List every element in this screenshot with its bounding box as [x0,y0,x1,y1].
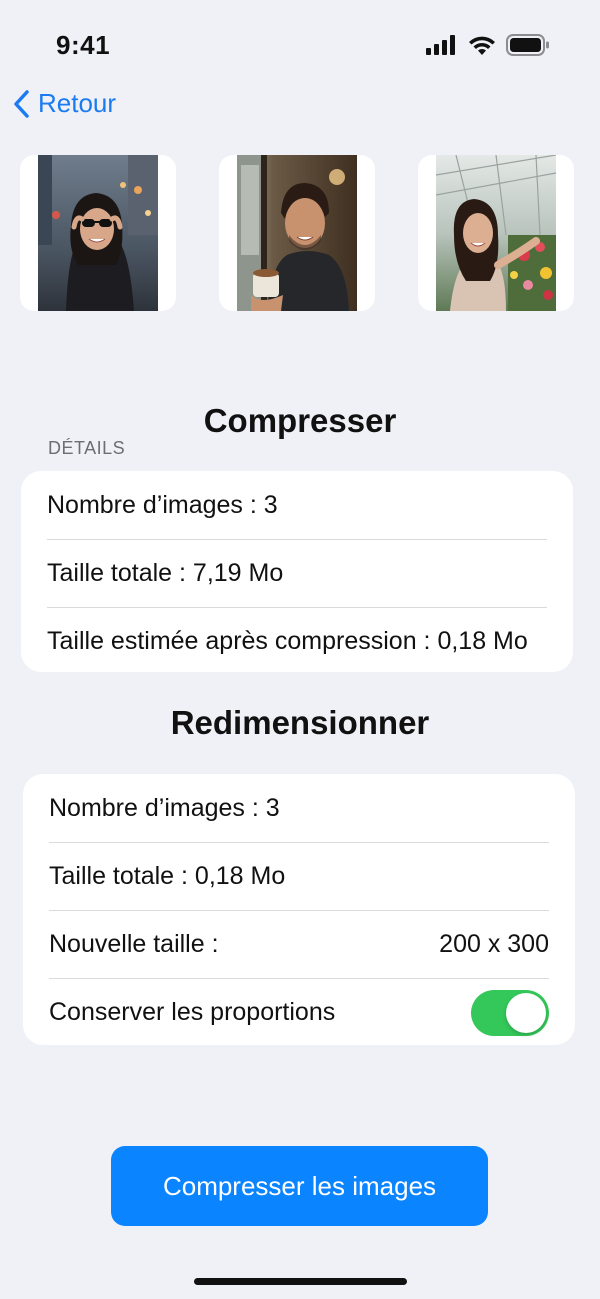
compress-image-count-label: Nombre d’images : 3 [47,491,278,519]
photo-man-coffee-cafe [237,155,357,311]
status-bar: 9:41 [0,0,600,90]
keep-proportions-label: Conserver les proportions [49,998,336,1026]
compress-title: Compresser [203,402,397,439]
home-indicator [194,1278,407,1285]
thumbnail-3[interactable] [418,155,574,311]
toggle-knob [506,992,546,1033]
back-label: Retour [38,88,117,118]
status-icons [426,34,550,56]
resize-title: Redimensionner [170,704,430,741]
thumbnail-2[interactable] [219,155,375,311]
resize-image-count-row: Nombre d’images : 3 [49,775,549,842]
compress-estimated-size-row: Taille estimée après compression : 0,18 … [47,608,547,672]
compress-total-size-label: Taille totale : 7,19 Mo [47,559,284,587]
photo-woman-greenhouse-flowers [436,155,556,311]
new-size-row[interactable]: Nouvelle taille : 200 x 300 [49,911,549,978]
new-size-label: Nouvelle taille : [49,930,219,958]
compress-image-count-row: Nombre d’images : 3 [47,472,547,539]
compress-estimated-size-label: Taille estimée après compression : 0,18 … [47,627,528,655]
thumbnail-strip [20,155,575,311]
keep-proportions-toggle[interactable] [471,989,549,1036]
wifi-icon [469,36,495,55]
keep-proportions-row: Conserver les proportions [49,979,549,1045]
back-button[interactable]: Retour [12,88,116,119]
chevron-left-icon [14,89,29,118]
thumbnail-1[interactable] [20,155,176,311]
compress-total-size-row: Taille totale : 7,19 Mo [47,540,547,607]
status-time: 9:41 [56,30,111,60]
details-section-header: DÉTAILS [48,438,126,458]
resize-details-card: Nombre d’images : 3 Taille totale : 0,18… [23,774,575,1045]
resize-total-size-label: Taille totale : 0,18 Mo [49,862,286,890]
signal-icon [426,35,455,55]
resize-image-count-label: Nombre d’images : 3 [49,794,280,822]
resize-total-size-row: Taille totale : 0,18 Mo [49,843,549,910]
compress-details-card: Nombre d’images : 3 Taille totale : 7,19… [21,471,573,672]
new-size-value[interactable]: 200 x 300 [439,930,549,959]
battery-icon [506,34,549,56]
compress-images-button[interactable]: Compresser les images [111,1146,488,1226]
photo-woman-sunglasses-city [38,155,158,311]
